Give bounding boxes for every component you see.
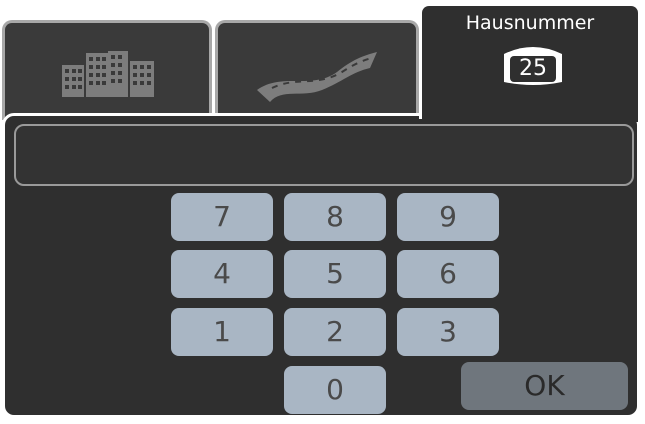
key-6[interactable]: 6 [397,250,499,298]
key-4[interactable]: 4 [171,250,273,298]
key-7[interactable]: 7 [171,193,273,241]
key-9[interactable]: 9 [397,193,499,241]
house-number-badge-icon: 25 [498,42,568,90]
tab-street[interactable] [215,20,419,120]
tab-connector [422,110,638,122]
road-icon [257,51,377,102]
key-1[interactable]: 1 [171,308,273,356]
house-number-value: 25 [519,56,547,81]
tab-city[interactable] [2,20,212,120]
key-5[interactable]: 5 [284,250,386,298]
tab-house-number-title: Hausnummer [465,12,595,34]
key-3[interactable]: 3 [397,308,499,356]
buildings-icon [62,50,154,97]
key-2[interactable]: 2 [284,308,386,356]
key-0[interactable]: 0 [284,366,386,414]
ok-button[interactable]: OK [461,362,628,410]
key-8[interactable]: 8 [284,193,386,241]
house-number-input[interactable] [14,124,634,186]
tab-house-number[interactable]: Hausnummer 25 [419,3,641,119]
